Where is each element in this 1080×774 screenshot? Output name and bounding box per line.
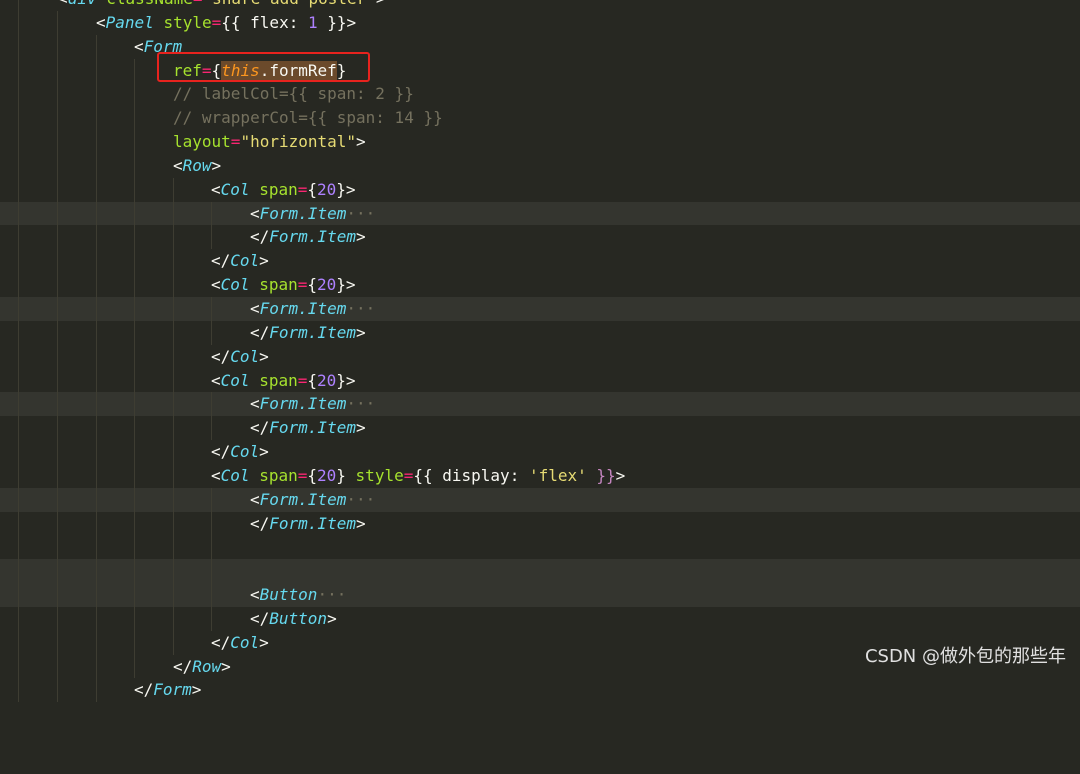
code-line: </Col> xyxy=(0,440,1080,464)
code-line: </Form.Item> xyxy=(0,320,1080,345)
code-line: <Col span={20}> xyxy=(0,177,1080,202)
code-line: </Col> xyxy=(0,249,1080,274)
code-line: // wrapperCol={{ span: 14 }} xyxy=(0,106,1080,131)
code-line: <div className="share-add-poster"> xyxy=(0,0,1080,11)
code-line-empty xyxy=(0,559,1080,584)
watermark: CSDN @做外包的那些年 xyxy=(864,646,1066,667)
code-line: <Col span={20}> xyxy=(0,273,1080,297)
code-line: </Form.Item> xyxy=(0,511,1080,536)
code-line: </Form> xyxy=(0,678,1080,703)
code-line: // labelCol={{ span: 2 }} xyxy=(0,82,1080,107)
code-line: <Panel style={{ flex: 1 }}> xyxy=(0,10,1080,35)
code-line: layout="horizontal"> xyxy=(0,130,1080,154)
code-line: <Col span={20} style={{ display: 'flex' … xyxy=(0,463,1080,488)
code-line-folded[interactable]: <Form.Item··· xyxy=(0,201,1080,226)
code-line: </Button> xyxy=(0,606,1080,631)
code-line: </Form.Item> xyxy=(0,416,1080,441)
code-line: </Col> xyxy=(0,344,1080,369)
code-line: <Col span={20}> xyxy=(0,368,1080,393)
code-line-folded[interactable]: <Form.Item··· xyxy=(0,296,1080,321)
code-line-folded[interactable]: <Form.Item··· xyxy=(0,392,1080,417)
code-line-empty xyxy=(0,535,1080,560)
code-line: </Form.Item> xyxy=(0,225,1080,250)
code-line: <Row> xyxy=(0,153,1080,178)
code-line-folded[interactable]: <Form.Item··· xyxy=(0,487,1080,512)
code-editor[interactable]: <div className="share-add-poster"> <Pane… xyxy=(0,0,1080,703)
highlight-box xyxy=(157,52,370,82)
code-line-folded[interactable]: <Button··· xyxy=(0,583,1080,607)
